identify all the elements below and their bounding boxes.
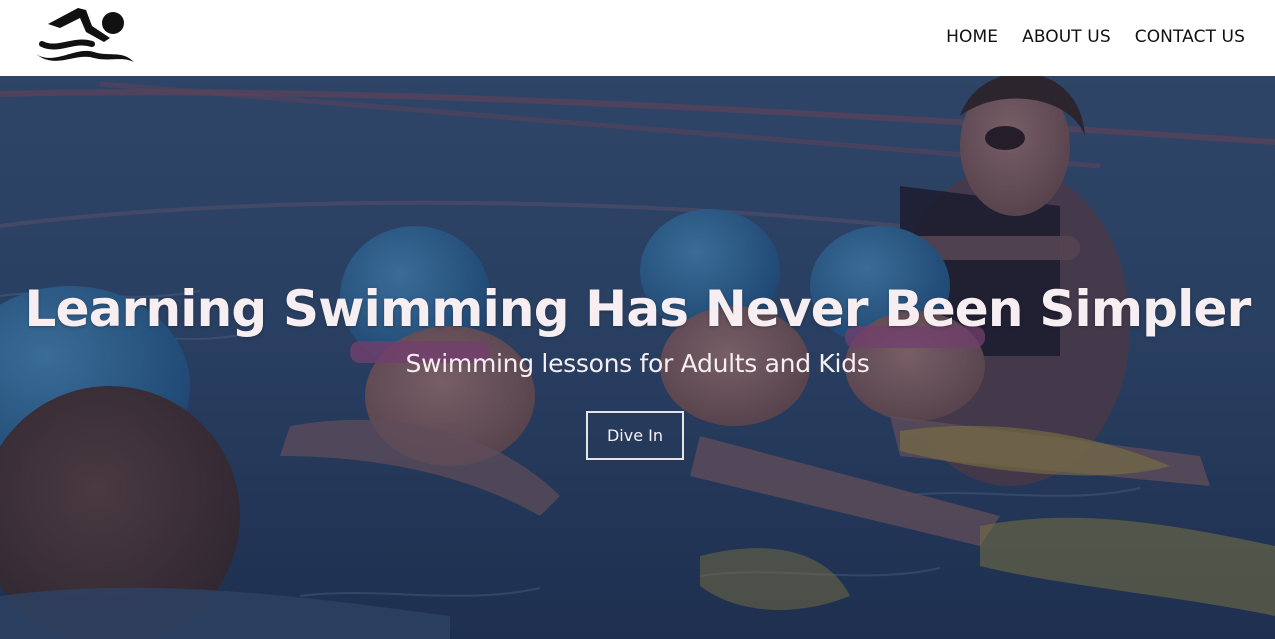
site-header: HOME ABOUT US CONTACT US — [0, 0, 1275, 76]
nav-home-link[interactable]: HOME — [946, 25, 998, 49]
site-logo[interactable] — [34, 4, 138, 66]
dive-in-button[interactable]: Dive In — [586, 411, 684, 460]
hero-content: Learning Swimming Has Never Been Simpler… — [0, 76, 1275, 639]
nav-about-us-link[interactable]: ABOUT US — [1022, 25, 1111, 49]
main-nav: HOME ABOUT US CONTACT US — [946, 25, 1245, 49]
hero-subtitle: Swimming lessons for Adults and Kids — [405, 349, 870, 378]
swimmer-icon — [36, 8, 134, 62]
hero-title: Learning Swimming Has Never Been Simpler — [24, 280, 1252, 338]
nav-contact-us-link[interactable]: CONTACT US — [1135, 25, 1245, 49]
hero-section: Learning Swimming Has Never Been Simpler… — [0, 76, 1275, 639]
